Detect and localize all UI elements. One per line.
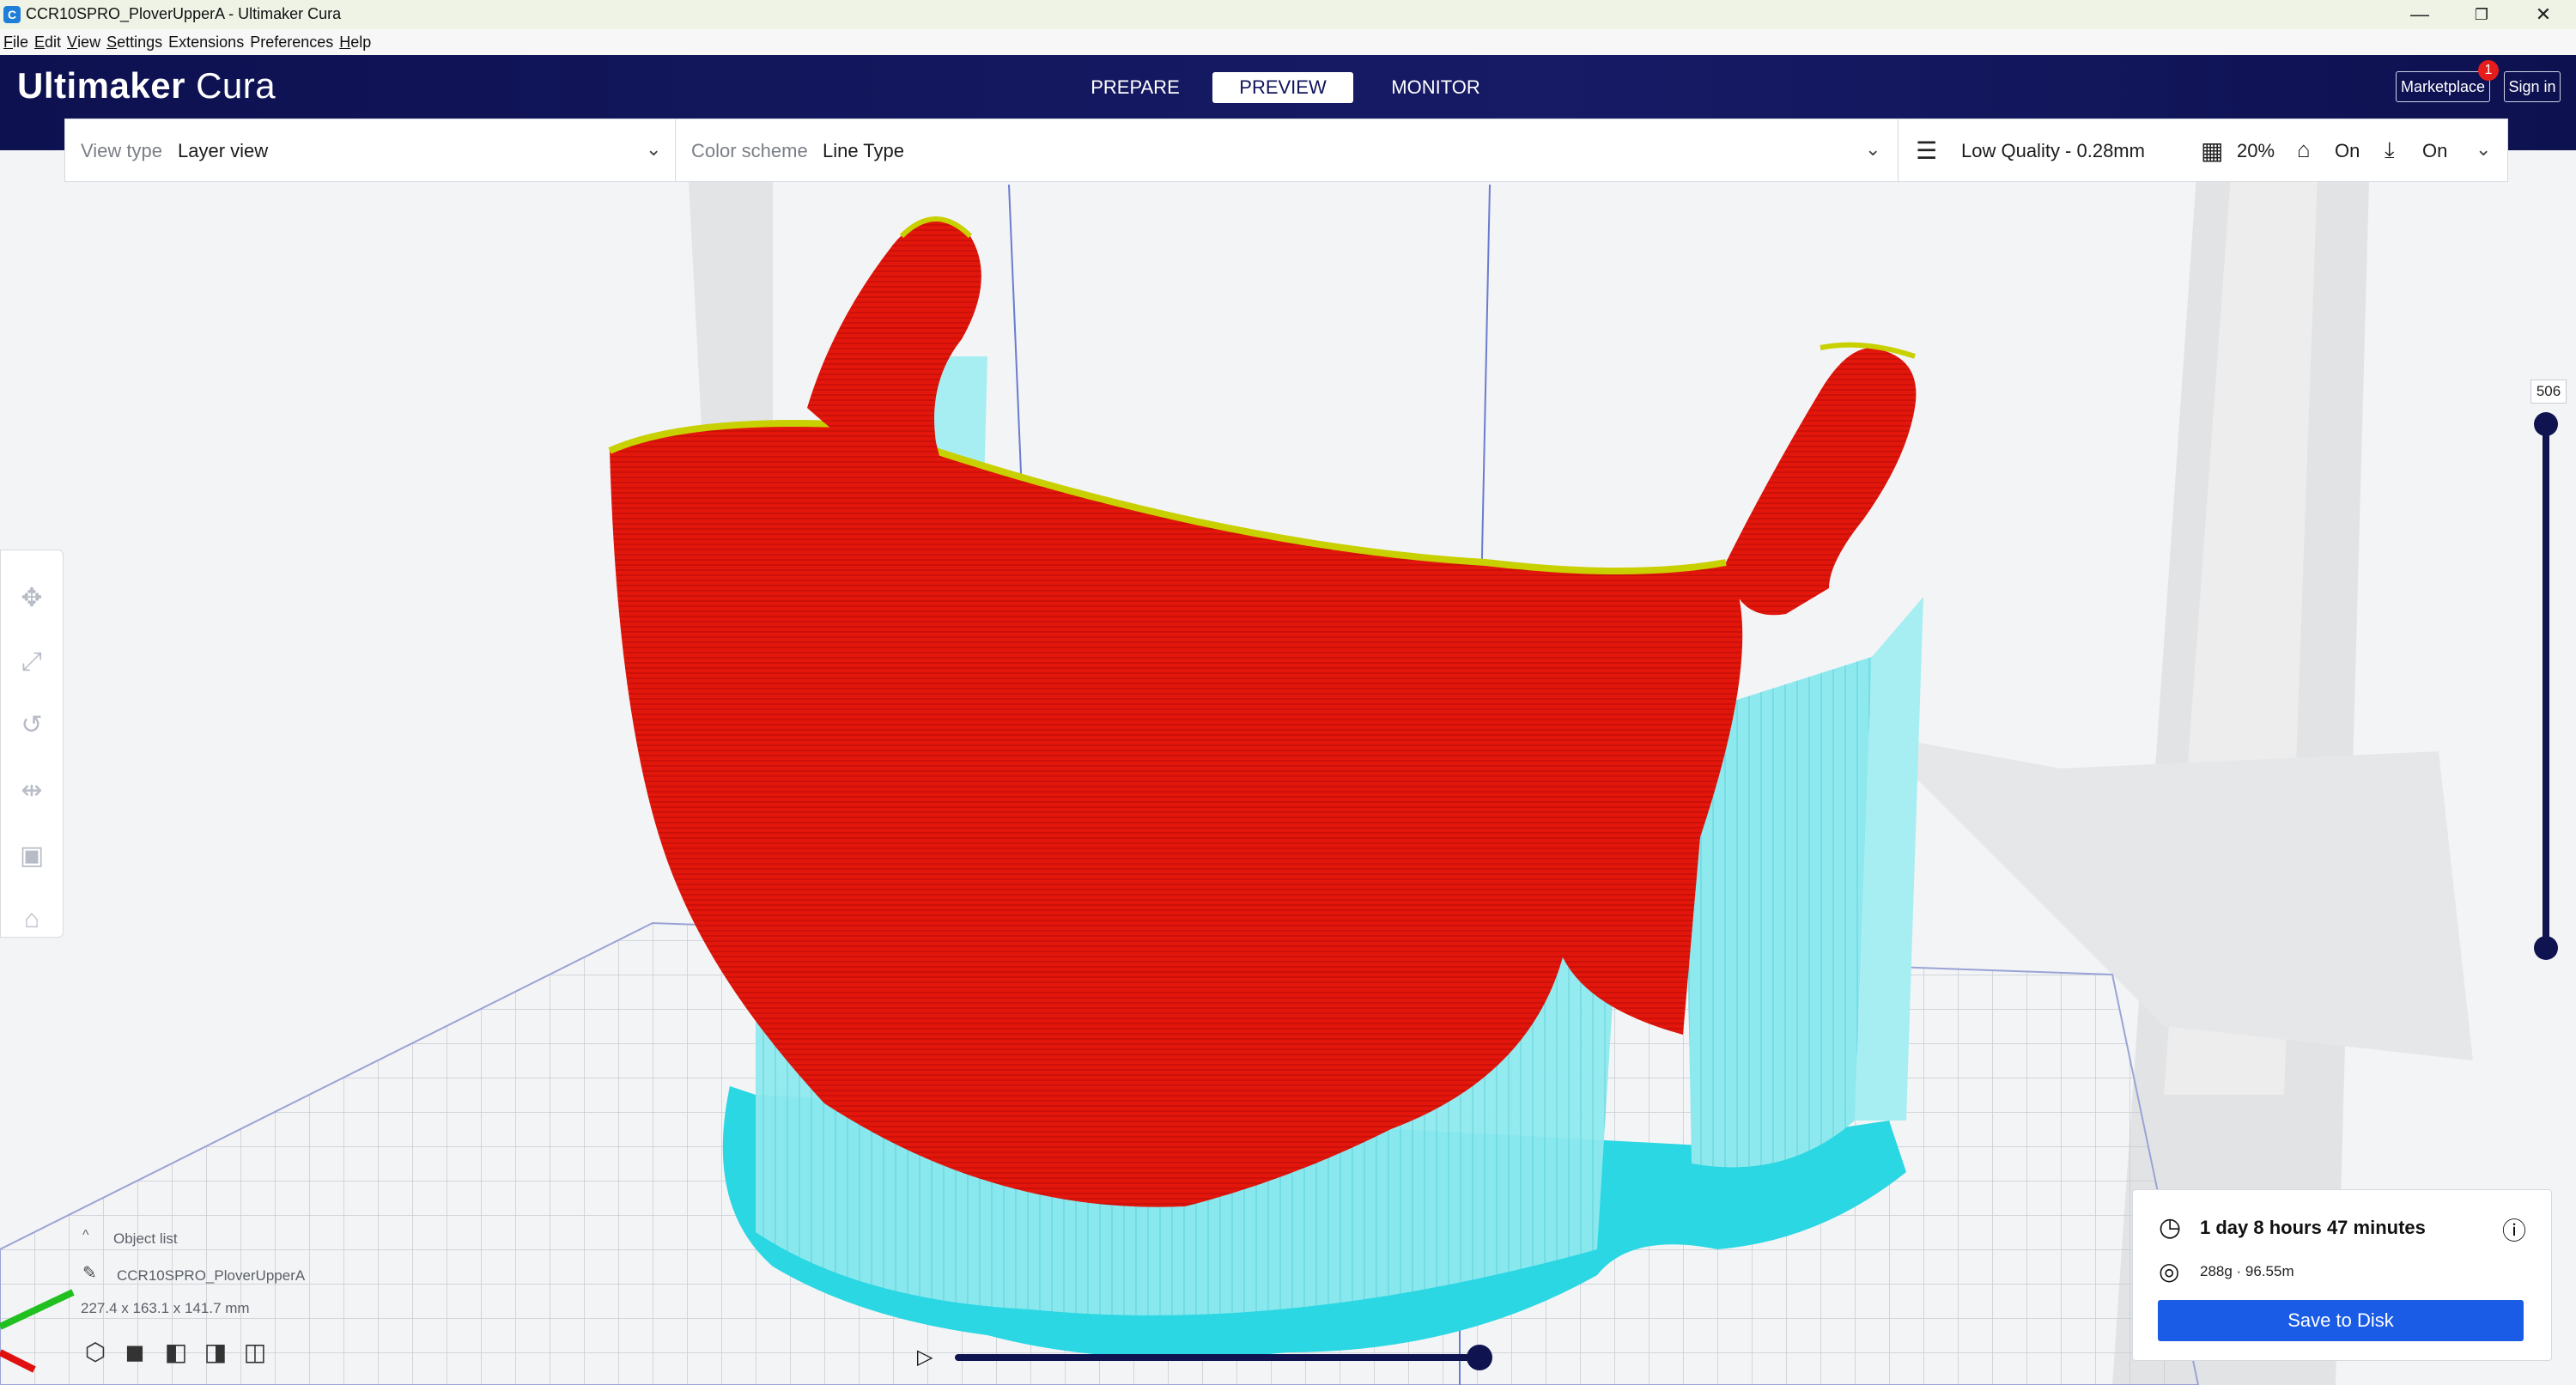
info-icon[interactable]: ⓘ [2502,1212,2526,1247]
mirror-icon[interactable]: ⇹ [16,775,47,806]
menu-item-settings[interactable]: Settings [103,29,165,52]
object-list-toggle[interactable]: Object list [113,1230,178,1248]
object-name[interactable]: CCR10SPRO_PloverUpperA [117,1267,305,1285]
support-value: On [2335,140,2360,161]
menu-item-extensions[interactable]: Extensions [165,29,246,52]
infill-icon: ▦ [2201,137,2224,164]
menu-label: Extensions [168,33,245,51]
edit-icon[interactable]: ✎ [82,1262,97,1284]
window-title: CCR10SPRO_PloverUpperA - Ultimaker Cura [26,5,342,22]
marketplace-notification-badge: 1 [2478,60,2499,81]
layer-slider-track[interactable] [2543,424,2549,948]
move-icon[interactable]: ✥ [16,583,47,614]
chevron-down-icon: ⌄ [2476,138,2492,160]
tab-monitor[interactable]: MONITOR [1382,72,1489,103]
left-view-icon[interactable]: ◨ [201,1338,230,1367]
tab-prepare[interactable]: PREPARE [1084,72,1187,103]
adhesion-icon: ⤓ [2385,137,2395,162]
view-type-value: Layer view [178,140,269,161]
tab-preview[interactable]: PREVIEW [1212,72,1353,103]
menu-item-help[interactable]: Help [336,29,374,52]
path-slider-handle[interactable] [1467,1345,1492,1370]
menu-label: elp [350,33,372,51]
adhesion-value: On [2422,140,2448,161]
menu-item-preferences[interactable]: Preferences [246,29,336,52]
ultimaker-cura-logo: Ultimaker Cura [17,65,276,106]
right-view-icon[interactable]: ◫ [240,1338,270,1367]
save-to-disk-button[interactable]: Save to Disk [2158,1300,2524,1341]
menu-label: ettings [117,33,163,51]
color-scheme-value: Line Type [823,140,905,161]
menu-mnemonic: F [3,33,13,51]
quality-profile: Low Quality - 0.28mm [1961,140,2145,161]
print-time: 1 day 8 hours 47 minutes [2200,1217,2426,1238]
scale-icon[interactable]: ⤢ [16,647,47,677]
menu-item-edit[interactable]: Edit [31,29,64,52]
3d-view-icon[interactable]: ⬡ [81,1338,110,1367]
view-type-selector[interactable]: View type Layer view ⌄ [64,118,676,182]
window-title-bar: C CCR10SPRO_PloverUpperA - Ultimaker Cur… [0,0,2576,29]
object-dimensions: 227.4 x 163.1 x 141.7 mm [81,1300,250,1316]
front-view-icon[interactable]: ◼ [120,1338,149,1367]
layer-slider-upper-handle[interactable] [2534,412,2558,436]
restore-icon[interactable]: ❐ [2449,0,2514,29]
sign-in-button[interactable]: Sign in [2504,71,2561,102]
color-scheme-label: Color scheme [691,140,808,161]
play-icon[interactable]: ▷ [917,1345,933,1370]
material-usage: 288g · 96.55m [2200,1263,2294,1279]
chevron-down-icon: ⌄ [1865,138,1881,160]
infill-value: 20% [2237,140,2275,161]
per-model-settings-icon[interactable]: ▣ [16,841,47,872]
marketplace-button[interactable]: Marketplace [2396,71,2490,102]
menu-label: dit [45,33,62,51]
menu-mnemonic: V [67,33,78,51]
menu-bar: File Edit View Settings Extensions Preference… [0,29,2576,55]
menu-mnemonic: H [339,33,351,51]
object-list-toggle-icon[interactable]: ^ [82,1228,89,1243]
menu-label: Preferences [250,33,334,51]
view-type-label: View type [81,140,162,161]
print-settings-selector[interactable]: ☰ Low Quality - 0.28mm ▦ 20% ⌂ On ⤓ On ⌄ [1898,118,2508,182]
top-view-icon[interactable]: ◧ [161,1338,191,1367]
support-icon: ⌂ [2297,137,2311,162]
menu-mnemonic: E [34,33,46,51]
color-scheme-selector[interactable]: Color scheme Line Type ⌄ [675,118,1899,182]
tool-panel: ✥ ⤢ ↺ ⇹ ▣ ⌂ [0,550,64,938]
layer-slider-lower-handle[interactable] [2534,936,2558,960]
menu-mnemonic: S [106,33,118,51]
rotate-icon[interactable]: ↺ [16,710,47,741]
print-settings-icon: ☰ [1916,137,1938,164]
layer-number[interactable]: 506 [2530,380,2567,404]
menu-label: ile [13,33,29,51]
clock-icon: ◷ [2159,1213,2182,1242]
cura-app-icon: C [3,6,21,23]
minimize-icon[interactable]: — [2387,0,2452,29]
path-slider-track[interactable] [955,1354,1482,1361]
menu-item-view[interactable]: View [64,29,103,52]
chevron-down-icon: ⌄ [646,138,662,160]
support-blocker-icon[interactable]: ⌂ [16,904,47,935]
material-spool-icon: ◎ [2159,1258,2180,1285]
menu-item-file[interactable]: File [0,29,31,52]
print-information-panel: ◷ 1 day 8 hours 47 minutes ⓘ ◎ 288g · 96… [2132,1189,2552,1361]
close-icon[interactable]: ✕ [2511,0,2576,29]
menu-label: iew [77,33,101,51]
